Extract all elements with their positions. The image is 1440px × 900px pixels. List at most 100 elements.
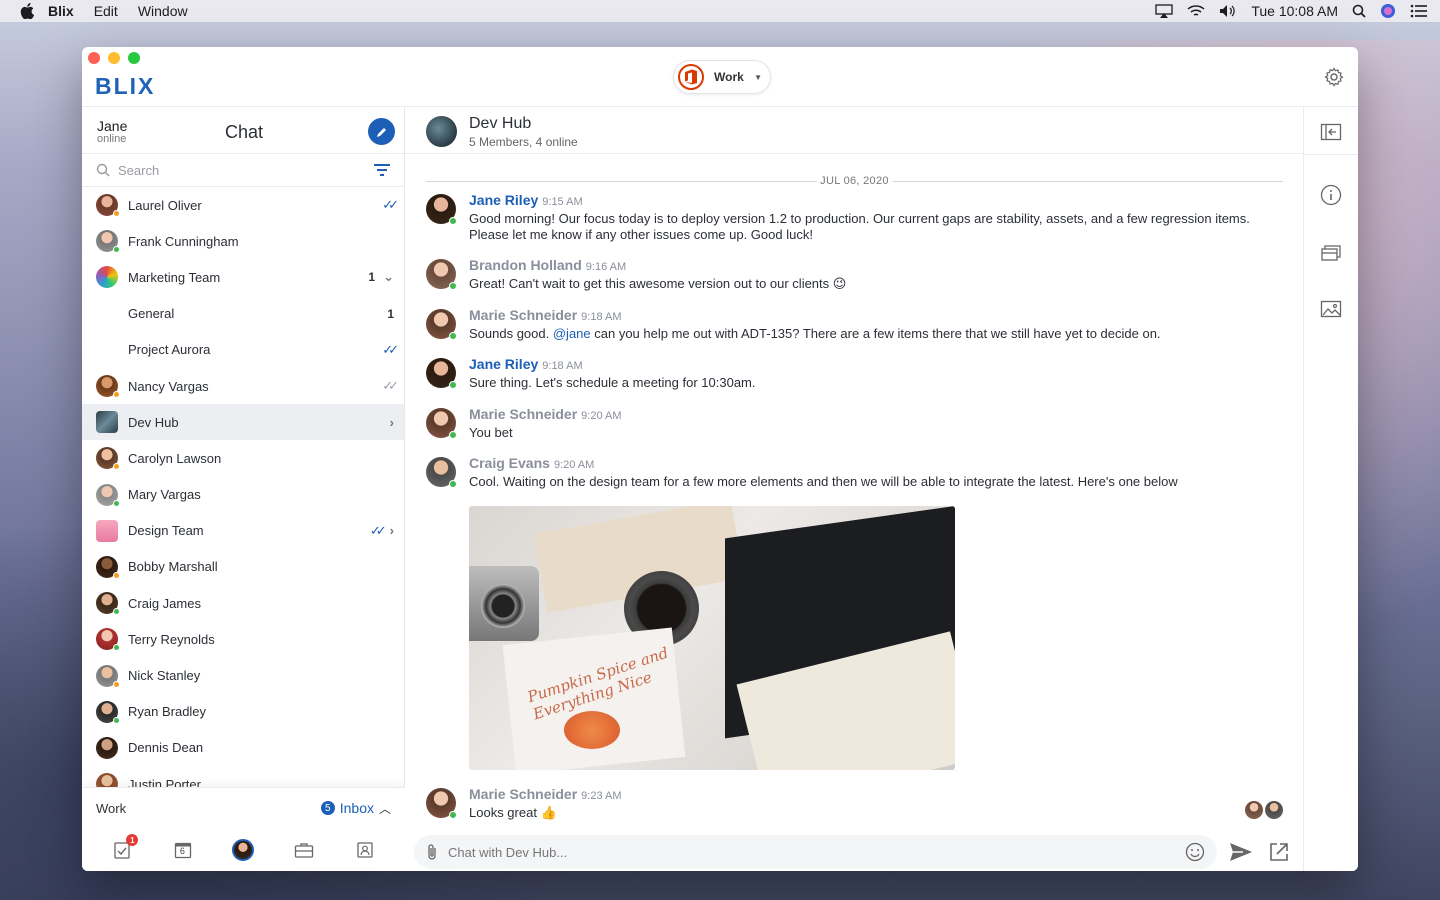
popout-icon[interactable] <box>1269 842 1289 862</box>
app-window: BLIX Work ▼ Jane online Chat Search Laur… <box>82 47 1358 871</box>
pencil-icon <box>376 127 386 137</box>
search-input[interactable] <box>118 162 348 178</box>
siri-icon[interactable] <box>1380 3 1396 19</box>
avatar[interactable] <box>426 788 457 819</box>
avatar[interactable] <box>426 309 457 340</box>
chevron-down-icon[interactable]: ⌄ <box>383 269 394 285</box>
chevron-right-icon[interactable]: › <box>390 523 394 538</box>
image-gallery-icon[interactable] <box>1320 298 1342 320</box>
list-item[interactable]: Carolyn Lawson <box>82 440 404 476</box>
send-icon[interactable] <box>1229 842 1253 862</box>
menu-window[interactable]: Window <box>138 3 188 19</box>
list-item[interactable]: Project Aurora ✓✓ <box>82 332 404 368</box>
list-item[interactable]: Laurel Oliver ✓✓ <box>82 187 404 223</box>
chat-sidebar: Jane online Chat Laurel Oliver ✓✓ Frank … <box>82 107 405 871</box>
avatar <box>96 230 120 254</box>
airplay-icon[interactable] <box>1155 4 1173 18</box>
right-rail <box>1303 107 1358 871</box>
message-sender[interactable]: Brandon Holland 9:16 AM <box>469 257 626 273</box>
list-item-label: Bobby Marshall <box>128 559 218 575</box>
user-mention[interactable]: @jane <box>553 326 591 341</box>
emoji-icon[interactable] <box>1185 842 1205 862</box>
notification-center-icon[interactable] <box>1410 4 1428 18</box>
list-item-label: Marketing Team <box>128 269 221 285</box>
compose-button[interactable] <box>368 118 395 145</box>
chat-title[interactable]: Dev Hub <box>469 115 531 133</box>
message-text: Sounds good. @jane can you help me out w… <box>469 326 1161 341</box>
message-text: You bet <box>469 425 513 440</box>
contacts-tab[interactable] <box>353 838 377 862</box>
message-sender[interactable]: Marie Schneider 9:18 AM <box>469 307 622 323</box>
menu-app-name[interactable]: Blix <box>48 3 74 19</box>
avatar[interactable] <box>426 358 457 389</box>
list-item[interactable]: Mary Vargas <box>82 477 404 513</box>
list-item[interactable]: Design Team ✓✓ › <box>82 513 404 549</box>
list-item[interactable]: Marketing Team 1 ⌄ <box>82 259 404 295</box>
list-item-selected[interactable]: Dev Hub › <box>82 404 404 441</box>
collapse-panel-icon[interactable] <box>1320 121 1342 143</box>
message-sender[interactable]: Marie Schneider 9:23 AM <box>469 786 622 802</box>
inbox-button[interactable]: 5 Inbox ︿ <box>320 800 391 817</box>
message-text: Good morning! Our focus today is to depl… <box>469 211 1250 242</box>
message-sender[interactable]: Marie Schneider 9:20 AM <box>469 406 622 422</box>
list-item[interactable]: Frank Cunningham <box>82 223 404 259</box>
avatar <box>1265 801 1283 819</box>
avatar[interactable] <box>426 259 457 290</box>
sidebar-footer: Work 5 Inbox ︿ 1 6 <box>82 787 405 871</box>
account-label: Work <box>714 70 744 84</box>
group-avatar[interactable] <box>426 116 457 147</box>
media-stack-icon[interactable] <box>1320 241 1342 263</box>
menubar-clock[interactable]: Tue 10:08 AM <box>1251 3 1338 19</box>
list-item[interactable]: Dennis Dean <box>82 730 404 766</box>
list-item[interactable]: General 1 <box>82 296 404 332</box>
avatar[interactable] <box>426 457 457 488</box>
list-item-label: Carolyn Lawson <box>128 450 222 466</box>
tasks-tab[interactable]: 1 <box>110 834 139 862</box>
info-icon[interactable] <box>1320 184 1342 206</box>
image-camera <box>469 566 539 641</box>
tasks-badge: 1 <box>126 834 139 846</box>
list-item[interactable]: Ryan Bradley <box>82 694 404 730</box>
filter-icon[interactable] <box>374 163 390 177</box>
read-receipts[interactable] <box>1245 801 1283 819</box>
chat-tab[interactable] <box>231 838 255 862</box>
sent-check-icon: ✓✓ <box>382 378 399 394</box>
current-user-status: online <box>97 133 127 145</box>
chat-members-summary[interactable]: 5 Members, 4 online <box>469 135 578 149</box>
current-user-name[interactable]: Jane <box>97 118 127 134</box>
chevron-right-icon[interactable]: › <box>390 415 394 430</box>
gear-icon[interactable] <box>1324 67 1344 87</box>
volume-icon[interactable] <box>1219 4 1237 18</box>
paperclip-icon[interactable] <box>426 843 438 861</box>
wifi-icon[interactable] <box>1187 4 1205 18</box>
conversation-list: Laurel Oliver ✓✓ Frank Cunningham Market… <box>82 187 404 791</box>
message-sender[interactable]: Craig Evans 9:20 AM <box>469 455 594 471</box>
apple-icon[interactable] <box>20 3 34 19</box>
work-tab[interactable] <box>292 838 316 862</box>
list-item-label: Dev Hub <box>128 414 179 430</box>
calendar-tab[interactable]: 6 <box>171 838 195 862</box>
minimize-window-button[interactable] <box>108 52 120 64</box>
list-item[interactable]: Terry Reynolds <box>82 621 404 657</box>
message-input[interactable] <box>448 844 1185 860</box>
chat-tab-avatar <box>232 839 255 861</box>
avatar[interactable] <box>426 408 457 439</box>
list-item[interactable]: Nick Stanley <box>82 657 404 693</box>
list-item[interactable]: Bobby Marshall <box>82 549 404 585</box>
message-sender[interactable]: Jane Riley 9:18 AM <box>469 356 583 372</box>
message-image-attachment[interactable]: Pumpkin Spice and Everything Nice <box>469 506 955 770</box>
list-item[interactable]: Craig James <box>82 585 404 621</box>
read-check-icon: ✓✓ <box>382 341 399 357</box>
account-switcher[interactable]: Work ▼ <box>673 60 771 94</box>
avatar <box>96 592 120 616</box>
close-window-button[interactable] <box>88 52 100 64</box>
menu-edit[interactable]: Edit <box>94 3 118 19</box>
unread-count: 1 <box>387 306 394 321</box>
message-text: Looks great 👍 <box>469 805 557 820</box>
avatar[interactable] <box>426 194 457 225</box>
inbox-label: Inbox <box>339 800 374 816</box>
zoom-window-button[interactable] <box>128 52 140 64</box>
spotlight-search-icon[interactable] <box>1352 4 1366 18</box>
list-item[interactable]: Nancy Vargas ✓✓ <box>82 368 404 404</box>
message-sender[interactable]: Jane Riley 9:15 AM <box>469 192 583 208</box>
